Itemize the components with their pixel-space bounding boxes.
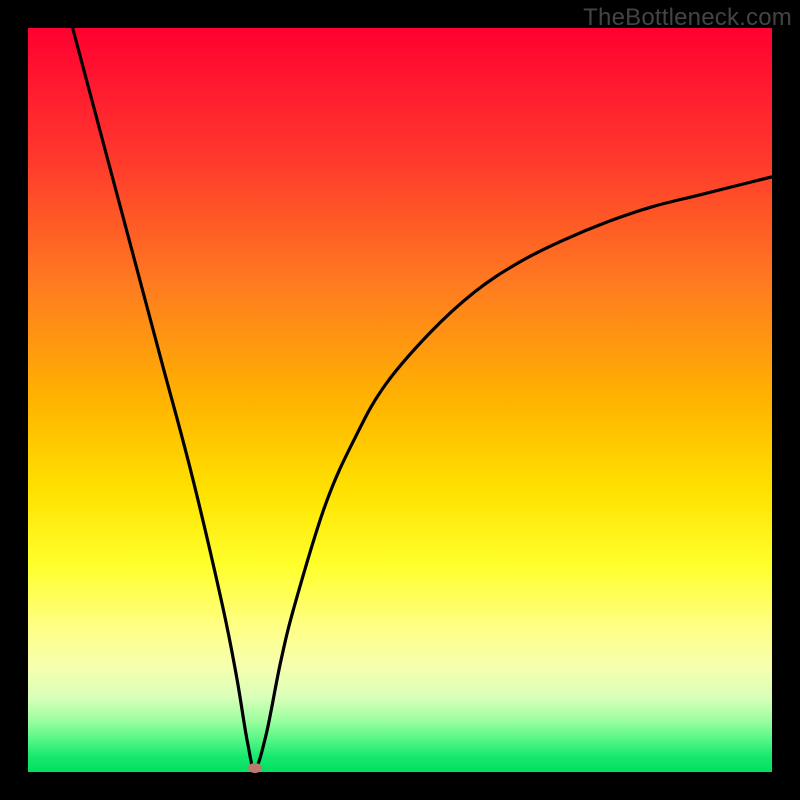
- watermark-text: TheBottleneck.com: [583, 4, 792, 32]
- curve-layer: [28, 28, 772, 772]
- minimum-marker: [248, 763, 262, 773]
- plot-area: [28, 28, 772, 772]
- chart-frame: TheBottleneck.com: [0, 0, 800, 800]
- bottleneck-curve: [73, 28, 772, 768]
